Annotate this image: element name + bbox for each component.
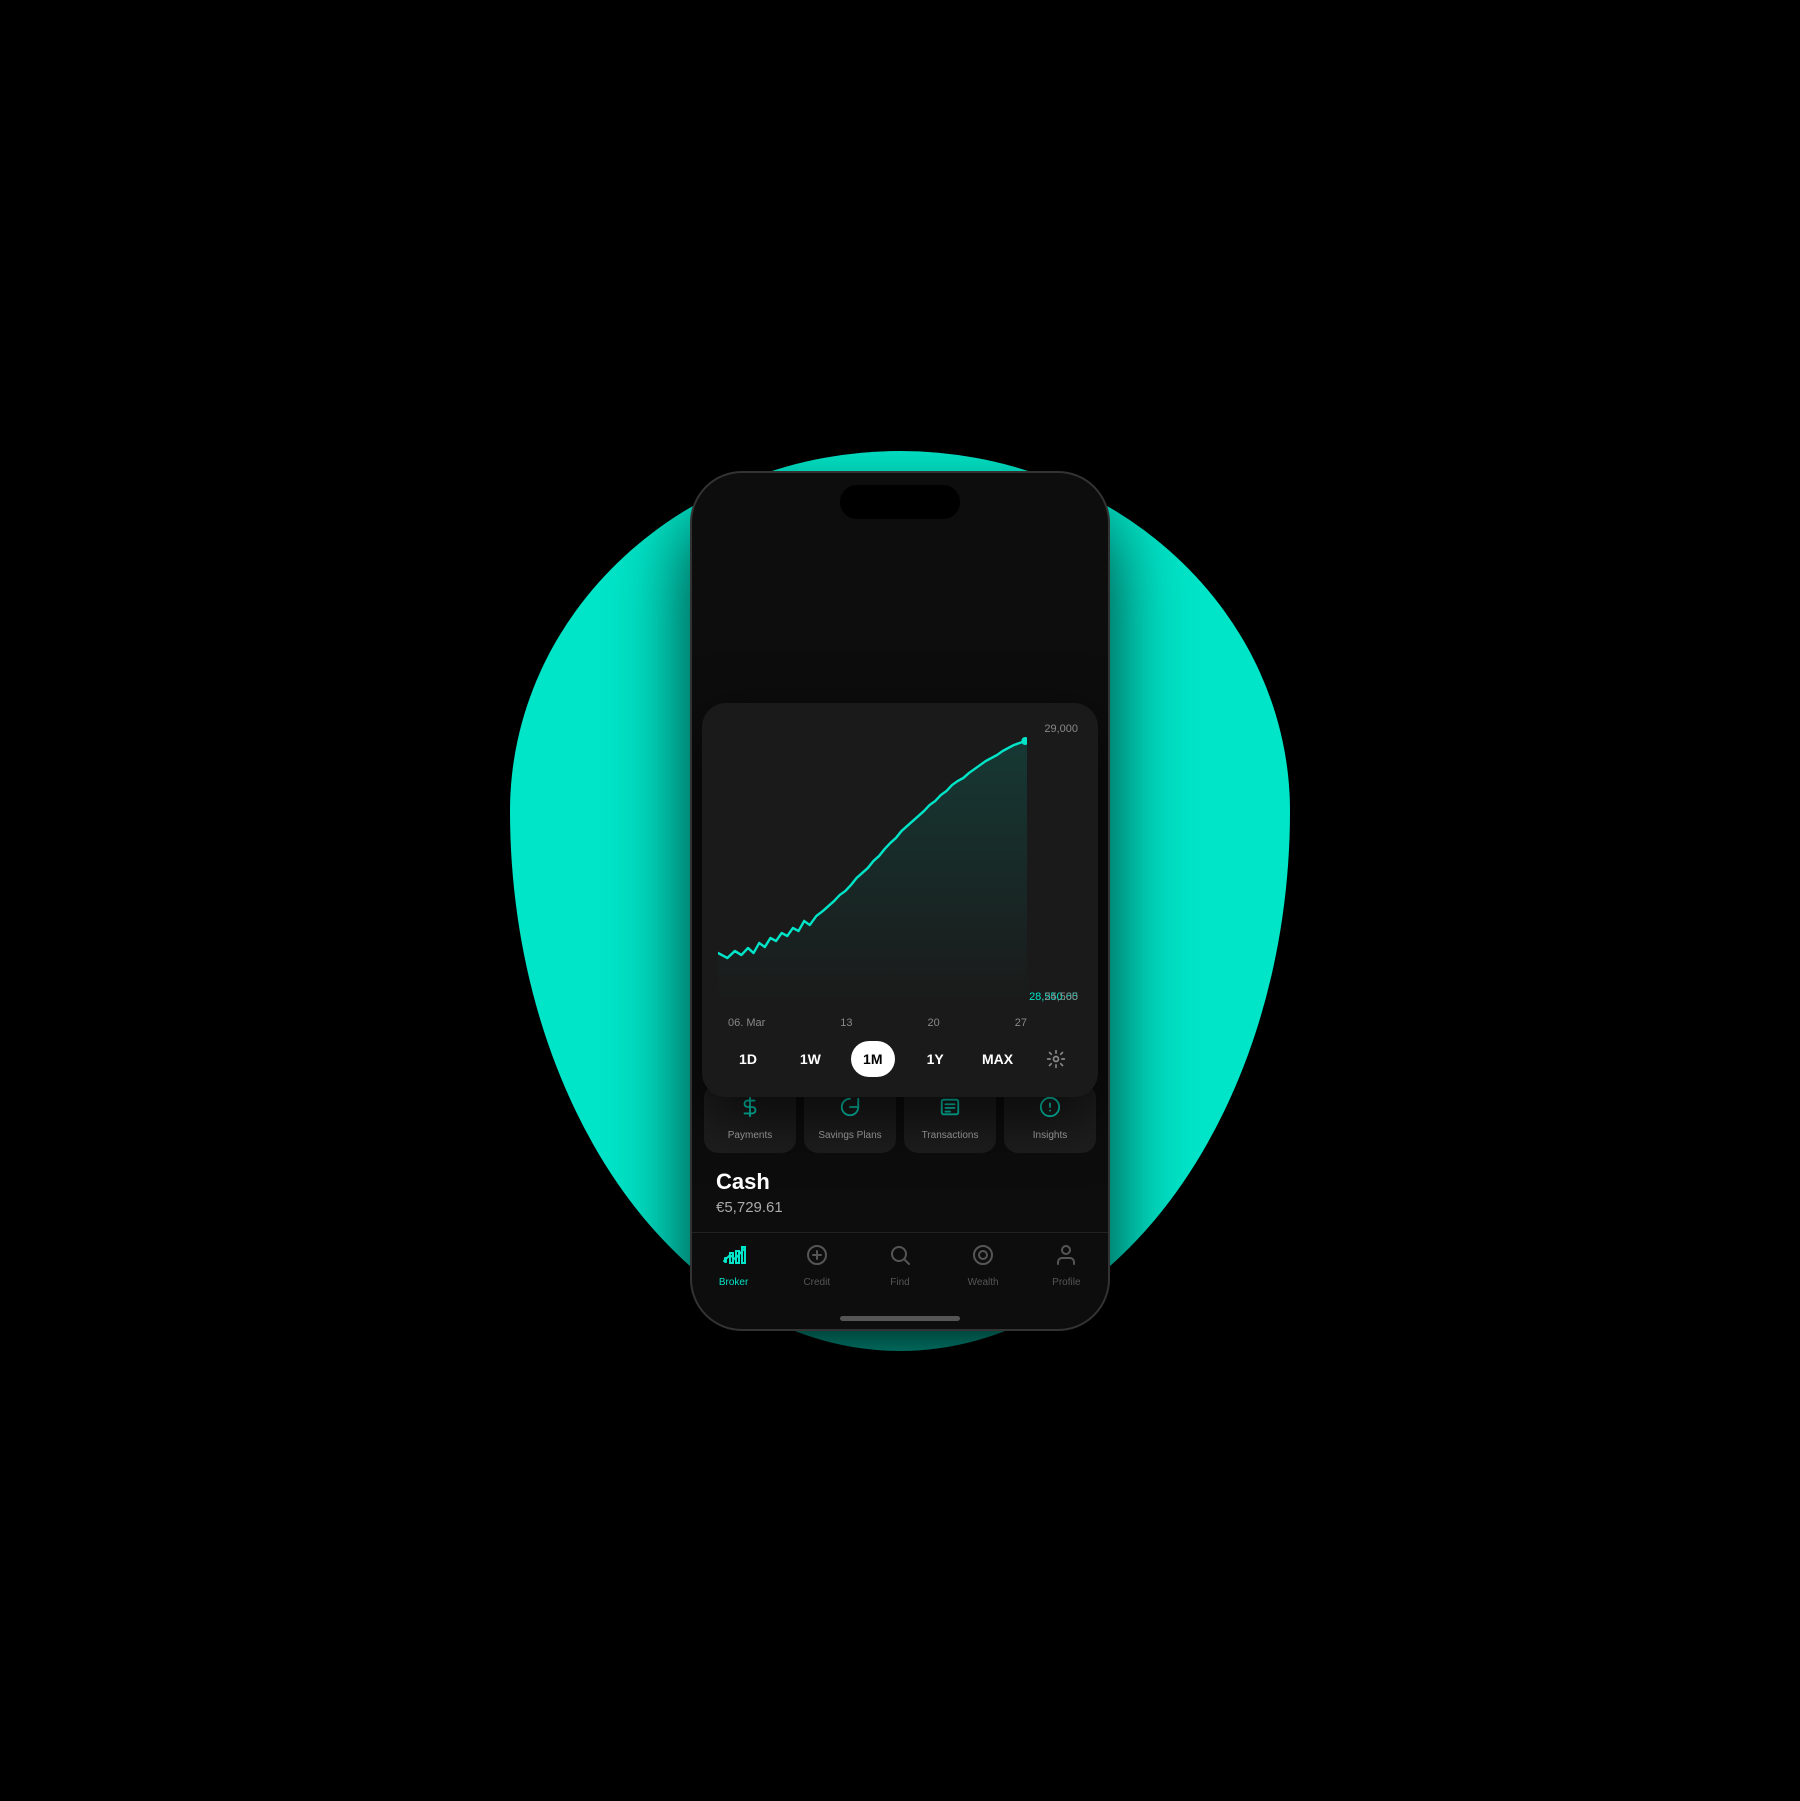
chart-line — [718, 723, 1027, 1003]
time-btn-1y[interactable]: 1Y — [913, 1041, 957, 1077]
savings-label: Savings Plans — [818, 1130, 881, 1141]
y-label-bottom: 24,500 — [1044, 991, 1078, 1003]
settings-button[interactable] — [1038, 1041, 1074, 1077]
tab-profile[interactable]: Profile — [1036, 1243, 1096, 1288]
y-label-top: 29,000 — [1029, 723, 1078, 735]
time-btn-1d[interactable]: 1D — [726, 1041, 770, 1077]
payments-icon — [739, 1096, 761, 1124]
broker-tab-label: Broker — [719, 1277, 748, 1288]
tab-broker[interactable]: Broker — [704, 1243, 764, 1288]
time-controls: 1D 1W 1M 1Y MAX — [718, 1029, 1082, 1081]
chart-svg-container — [718, 723, 1027, 1003]
credit-tab-label: Credit — [803, 1277, 830, 1288]
time-btn-1w[interactable]: 1W — [788, 1041, 832, 1077]
broker-tab-icon — [722, 1243, 746, 1273]
find-tab-icon — [888, 1243, 912, 1273]
cash-amount: €5,729.61 — [716, 1199, 1084, 1216]
home-indicator — [840, 1316, 960, 1321]
chart-card: 29,000 28,550.65 24,500 — [702, 703, 1098, 1097]
transactions-label: Transactions — [922, 1130, 979, 1141]
tab-wealth[interactable]: Wealth — [953, 1243, 1013, 1288]
x-axis-labels: 06. Mar 13 20 27 — [718, 1011, 1082, 1029]
wealth-tab-label: Wealth — [968, 1277, 999, 1288]
wealth-tab-icon — [971, 1243, 995, 1273]
phone-frame: 11:22 📶 — [690, 471, 1110, 1331]
tab-find[interactable]: Find — [870, 1243, 930, 1288]
find-tab-label: Find — [890, 1277, 909, 1288]
cash-title: Cash — [716, 1169, 1084, 1195]
credit-tab-icon — [805, 1243, 829, 1273]
x-label-3: 20 — [928, 1017, 940, 1029]
time-btn-1m[interactable]: 1M — [851, 1041, 895, 1077]
profile-tab-icon — [1054, 1243, 1078, 1273]
insights-icon — [1039, 1096, 1061, 1124]
tab-credit[interactable]: Credit — [787, 1243, 847, 1288]
x-label-2: 13 — [840, 1017, 852, 1029]
tab-bar: Broker Credit — [692, 1232, 1108, 1312]
payments-label: Payments — [728, 1130, 772, 1141]
x-label-4: 27 — [1015, 1017, 1027, 1029]
dynamic-island — [840, 485, 960, 519]
chart-area: 29,000 28,550.65 24,500 — [718, 723, 1082, 1003]
profile-tab-label: Profile — [1052, 1277, 1080, 1288]
chart-y-labels: 29,000 28,550.65 24,500 — [1025, 723, 1082, 1003]
time-btn-max[interactable]: MAX — [976, 1041, 1020, 1077]
insights-label: Insights — [1033, 1130, 1067, 1141]
savings-icon — [839, 1096, 861, 1124]
cash-section: Cash €5,729.61 — [692, 1169, 1108, 1232]
x-label-1: 06. Mar — [728, 1017, 765, 1029]
transactions-icon — [939, 1096, 961, 1124]
